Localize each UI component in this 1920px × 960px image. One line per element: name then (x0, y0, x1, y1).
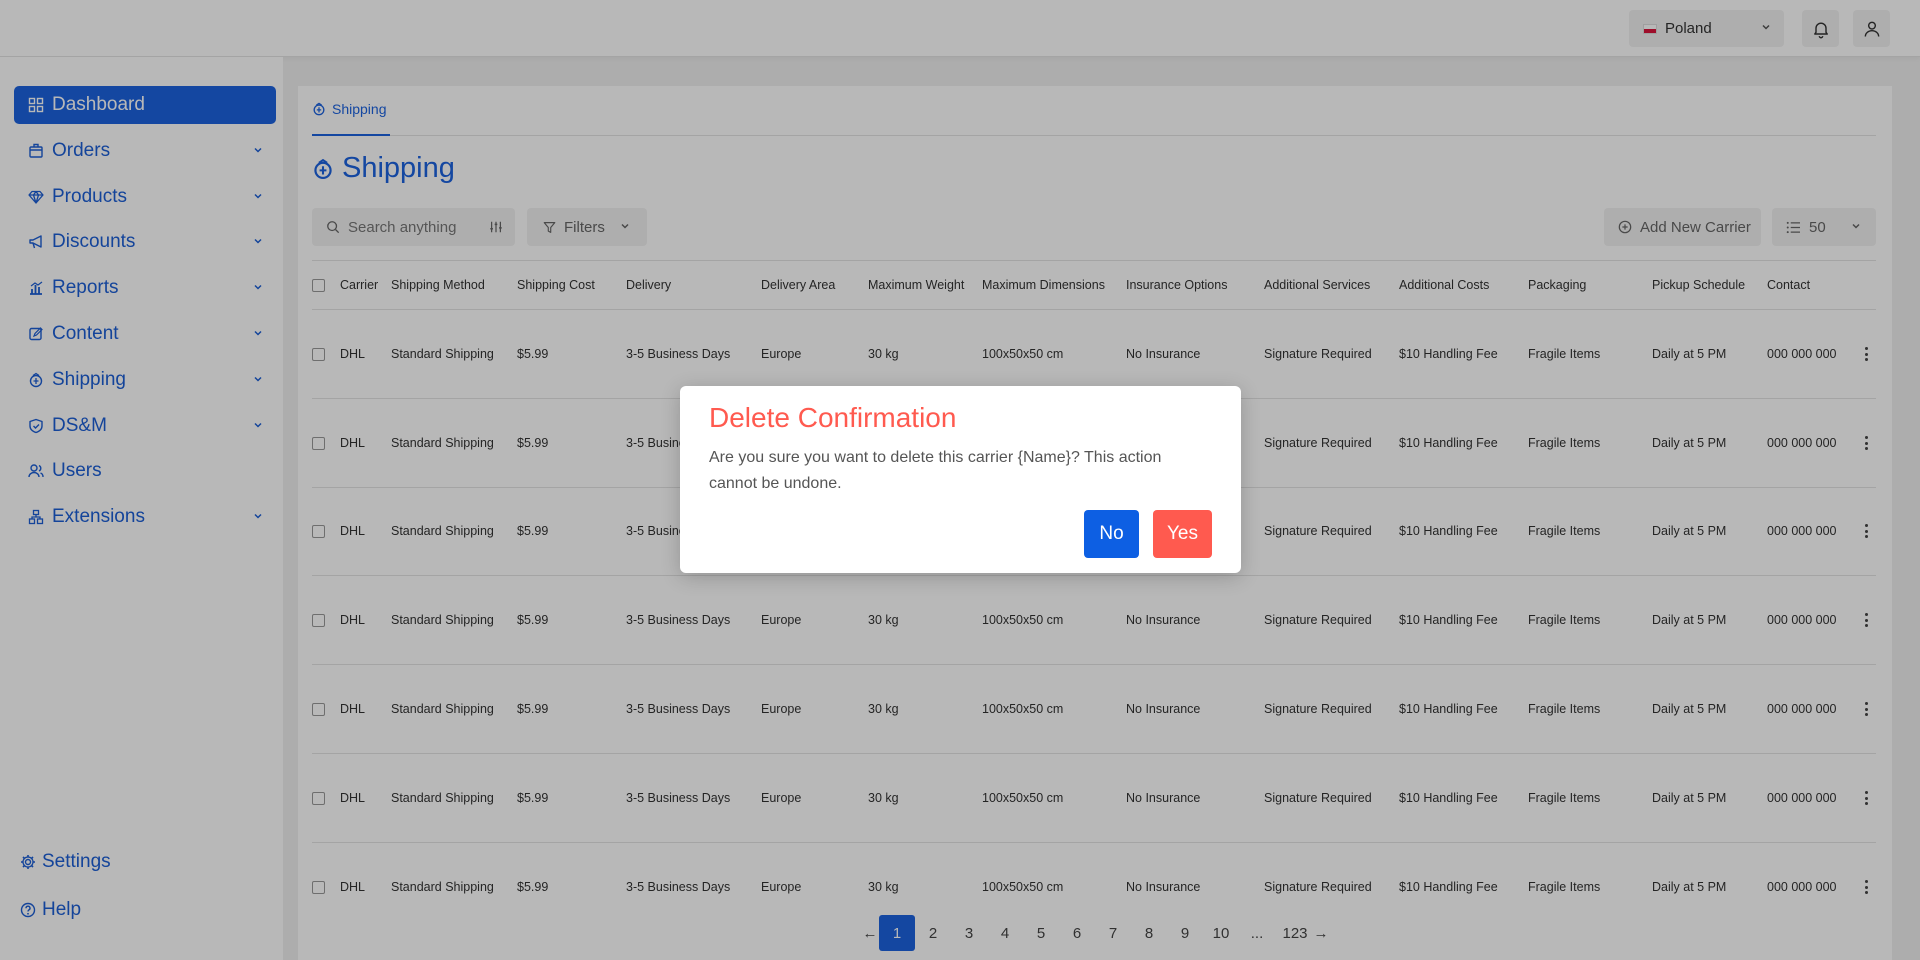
no-button[interactable]: No (1084, 510, 1139, 558)
dialog-message: Are you sure you want to delete this car… (709, 449, 1162, 492)
dialog-title: Delete Confirmation (709, 402, 957, 433)
delete-confirmation-dialog: Delete Confirmation Are you sure you wan… (680, 386, 1241, 573)
yes-button[interactable]: Yes (1153, 510, 1212, 558)
